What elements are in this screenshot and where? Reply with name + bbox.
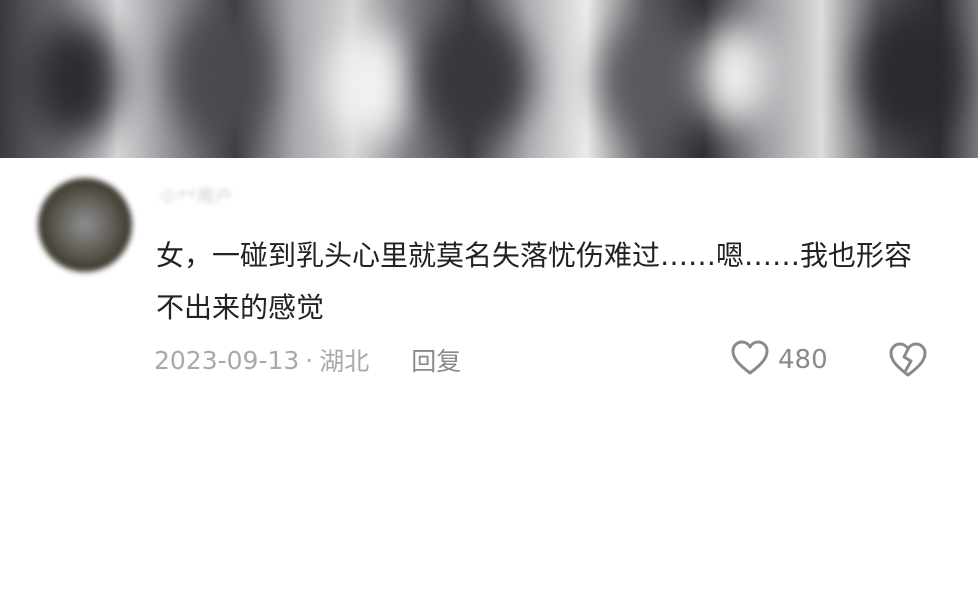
comment-location: 湖北 (319, 347, 370, 376)
blur-shape (600, 20, 700, 140)
blurred-header-image (0, 0, 978, 158)
blur-shape (170, 10, 270, 140)
broken-heart-icon[interactable] (888, 340, 928, 380)
avatar[interactable] (38, 178, 132, 272)
comment-item: 小**用户 女，一碰到乳头心里就莫名失落忧伤难过……嗯……我也形容不出来的感觉 … (0, 158, 978, 611)
reply-button[interactable]: 回复 (411, 342, 461, 378)
like-button[interactable]: 480 (730, 340, 828, 380)
blur-shape (30, 20, 120, 140)
blur-shape (860, 10, 960, 140)
comment-text: 女，一碰到乳头心里就莫名失落忧伤难过……嗯……我也形容不出来的感觉 (156, 239, 913, 324)
heart-outline-icon (730, 339, 770, 381)
comment-screen: 小**用户 女，一碰到乳头心里就莫名失落忧伤难过……嗯……我也形容不出来的感觉 … (0, 0, 978, 611)
meta-separator: · (305, 345, 314, 375)
blur-shape (330, 30, 410, 140)
like-count: 480 (778, 345, 828, 375)
blur-shape (700, 25, 770, 125)
blur-shape (420, 15, 530, 140)
comment-date: 2023-09-13 (154, 345, 300, 375)
comment-meta: 2023-09-13 · 湖北 回复 (154, 340, 461, 380)
username[interactable]: 小**用户 (160, 182, 233, 207)
